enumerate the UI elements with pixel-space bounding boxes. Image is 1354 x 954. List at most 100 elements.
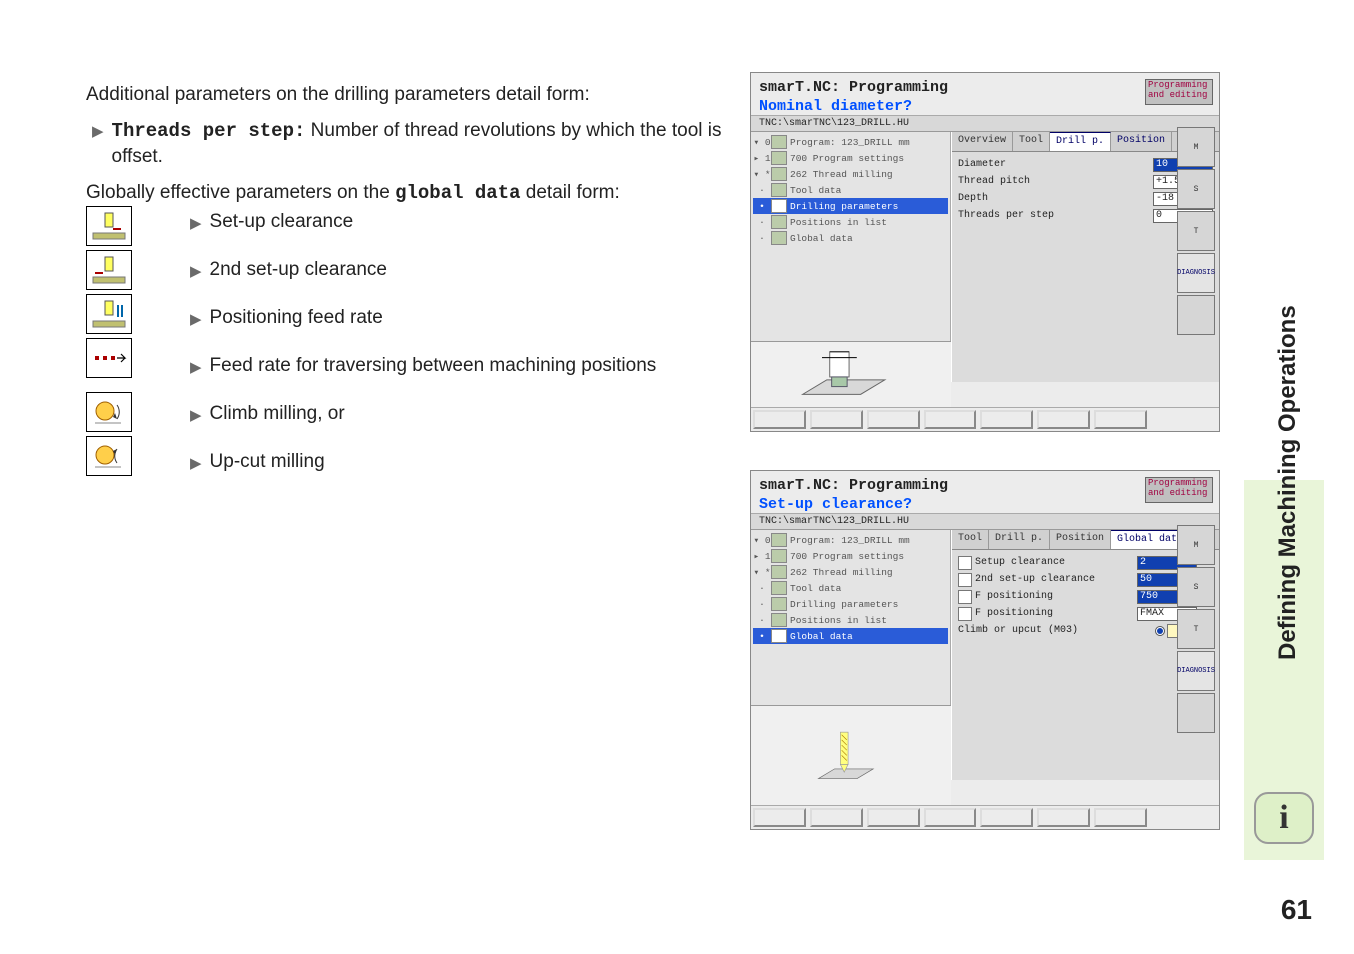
tree-node[interactable]: ▾ 0Program: 123_DRILL mm	[753, 134, 948, 150]
tree-node[interactable]: ▾ *262 Thread milling	[753, 564, 948, 580]
softkey[interactable]	[867, 808, 920, 827]
form-row: Setup clearance2G	[958, 554, 1213, 571]
para2-mono: global data	[395, 182, 520, 204]
form-row: Thread pitch+1.5	[958, 173, 1213, 190]
tree-node[interactable]: ▸ 1700 Program settings	[753, 150, 948, 166]
positioning-feedrate-icon	[86, 294, 132, 334]
field-label: Depth	[958, 193, 1153, 204]
tree-node[interactable]: •Drilling parameters	[753, 198, 948, 214]
tree-node[interactable]: ·Positions in list	[753, 612, 948, 628]
info-icon: i	[1254, 792, 1314, 844]
right-sidebar: MSTDIAGNOSIS	[1177, 525, 1215, 801]
form-row: Threads per step0	[958, 207, 1213, 224]
form-row: 2nd set-up clearance50G	[958, 571, 1213, 588]
tab[interactable]: Position	[1050, 530, 1111, 549]
softkey[interactable]	[810, 410, 863, 429]
softkey[interactable]	[1094, 410, 1147, 429]
tree-node[interactable]: ·Drilling parameters	[753, 596, 948, 612]
bullet-text: Threads per step: Number of thread revol…	[112, 118, 726, 170]
softkey[interactable]	[1037, 808, 1090, 827]
softkey[interactable]	[867, 410, 920, 429]
global-item: Set-up clearance	[210, 211, 354, 233]
tab[interactable]: Drill p.	[1050, 132, 1111, 151]
left-content: Additional parameters on the drilling pa…	[86, 82, 726, 219]
field-label: Threads per step	[958, 210, 1153, 221]
field-label: Diameter	[958, 159, 1153, 170]
setup-clearance-icon	[86, 206, 132, 246]
side-title-container: Defining Machining Operations	[1264, 40, 1304, 480]
softkey[interactable]	[924, 410, 977, 429]
traverse-feedrate-icon	[86, 338, 132, 378]
para2-b: detail form:	[521, 182, 620, 203]
softkey[interactable]	[924, 808, 977, 827]
field-icon	[958, 556, 972, 570]
triangle-bullet-icon: ▶	[190, 357, 202, 378]
tree-node[interactable]: ·Positions in list	[753, 214, 948, 230]
sidebar-button[interactable]: DIAGNOSIS	[1177, 253, 1215, 293]
softkey[interactable]	[1094, 808, 1147, 827]
softkey[interactable]	[980, 410, 1033, 429]
triangle-bullet-icon: ▶	[190, 213, 202, 234]
form-row: Depth-18	[958, 190, 1213, 207]
tree-node[interactable]: ▾ *262 Thread milling	[753, 166, 948, 182]
tab[interactable]: Overview	[952, 132, 1013, 151]
sidebar-button[interactable]: DIAGNOSIS	[1177, 651, 1215, 691]
form-row: Climb or upcut (M03)	[958, 622, 1213, 639]
sidebar-button[interactable]: M	[1177, 525, 1215, 565]
sidebar-button[interactable]: M	[1177, 127, 1215, 167]
sidebar-button[interactable]: S	[1177, 169, 1215, 209]
sidebar-button[interactable]: S	[1177, 567, 1215, 607]
sidebar-button[interactable]	[1177, 295, 1215, 335]
upcut-milling-icon	[86, 436, 132, 476]
form-row: F positioning750G	[958, 588, 1213, 605]
preview-pane	[751, 341, 951, 407]
screenshot-global-data: smarT.NC: Programming Set-up clearance? …	[750, 470, 1220, 830]
tree-node[interactable]: ·Tool data	[753, 580, 948, 596]
tab[interactable]: Position	[1111, 132, 1172, 151]
page-number: 61	[1281, 894, 1312, 926]
softkey-bar[interactable]	[751, 805, 1219, 829]
preview-graphic-icon	[812, 727, 889, 785]
triangle-bullet-icon: ▶	[190, 309, 202, 330]
para2-a: Globally effective parameters on the	[86, 182, 395, 203]
field-icon	[958, 607, 972, 621]
side-title: Defining Machining Operations	[1274, 305, 1302, 660]
radio-option[interactable]	[1155, 626, 1165, 636]
sidebar-button[interactable]: T	[1177, 609, 1215, 649]
field-label: Setup clearance	[975, 557, 1137, 568]
global-item: Feed rate for traversing between machini…	[210, 355, 657, 377]
softkey[interactable]	[810, 808, 863, 827]
triangle-bullet-icon: ▶	[190, 405, 202, 426]
global-item: Up-cut milling	[210, 451, 325, 473]
softkey[interactable]	[753, 808, 806, 827]
bullet-label: Threads per step:	[112, 120, 306, 142]
tree-node[interactable]: ▸ 1700 Program settings	[753, 548, 948, 564]
tree-node[interactable]: ·Tool data	[753, 182, 948, 198]
window-subtitle: Set-up clearance?	[759, 496, 1211, 513]
tab[interactable]: Tool	[1013, 132, 1050, 151]
tree-node[interactable]: •Global data	[753, 628, 948, 644]
softkey[interactable]	[753, 410, 806, 429]
intro-paragraph-2: Globally effective parameters on the glo…	[86, 180, 726, 207]
triangle-bullet-icon: ▶	[190, 261, 202, 282]
triangle-bullet-icon: ▶	[92, 121, 104, 142]
softkey-bar[interactable]	[751, 407, 1219, 431]
window-title: smarT.NC: Programming	[759, 477, 1211, 494]
field-icon	[958, 573, 972, 587]
right-sidebar: MSTDIAGNOSIS	[1177, 127, 1215, 403]
sidebar-button[interactable]: T	[1177, 211, 1215, 251]
form-row: Diameter10	[958, 156, 1213, 173]
softkey[interactable]	[980, 808, 1033, 827]
softkey[interactable]	[1037, 410, 1090, 429]
sidebar-button[interactable]	[1177, 693, 1215, 733]
tab[interactable]: Tool	[952, 530, 989, 549]
preview-graphic-icon	[793, 346, 909, 404]
tree-node[interactable]: ·Global data	[753, 230, 948, 246]
tree-node[interactable]: ▾ 0Program: 123_DRILL mm	[753, 532, 948, 548]
field-label: F positioning	[975, 591, 1137, 602]
second-setup-clearance-icon	[86, 250, 132, 290]
bullet-threads-per-step: ▶ Threads per step: Number of thread rev…	[92, 118, 726, 170]
preview-pane	[751, 705, 951, 805]
form-row: F positioningFMAX	[958, 605, 1213, 622]
tab[interactable]: Drill p.	[989, 530, 1050, 549]
